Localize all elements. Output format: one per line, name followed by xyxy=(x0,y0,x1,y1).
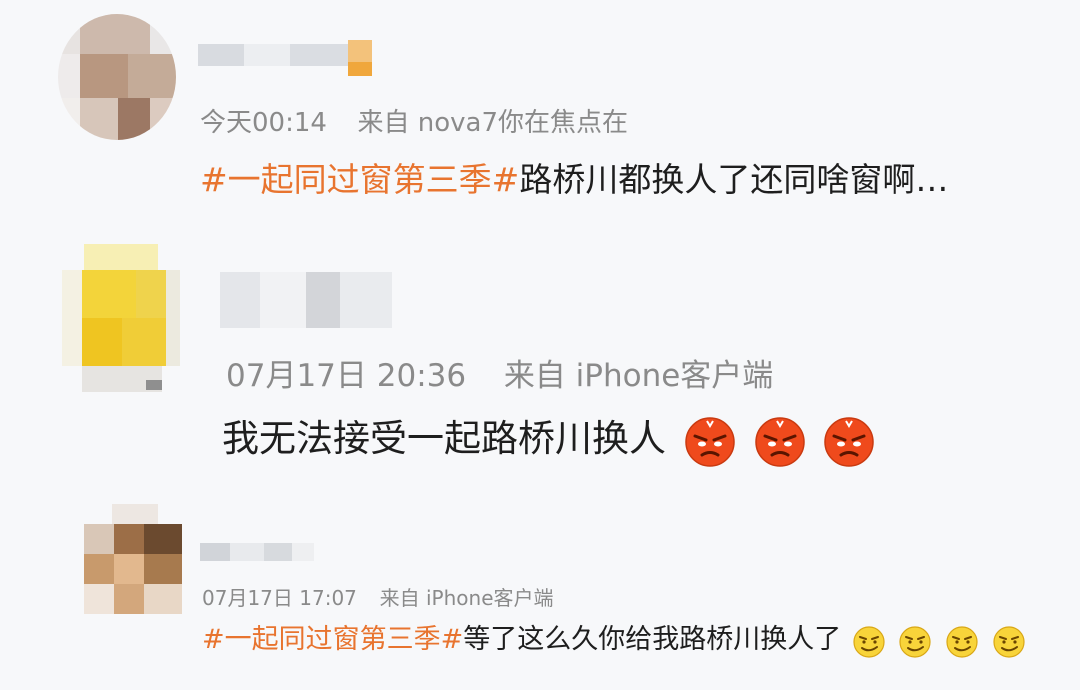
hashtag-link[interactable]: #一起同过窗第三季# xyxy=(200,160,519,199)
source-device[interactable]: iPhone客户端 xyxy=(426,586,554,610)
timestamp: 07月17日 17:07 xyxy=(202,586,357,610)
comment-body: 我无法接受一起路桥川换人 xyxy=(222,408,875,467)
comment-text: 等了这么久你给我路桥川换人了 xyxy=(463,624,842,655)
comment-body: #一起同过窗第三季#等了这么久你给我路桥川换人了 xyxy=(202,617,1026,658)
username[interactable] xyxy=(220,272,392,328)
timestamp: 07月17日 20:36 xyxy=(226,358,467,394)
comment-text: 路桥川都换人了还同啥窗啊… xyxy=(519,160,949,199)
avatar[interactable] xyxy=(62,244,180,392)
comment-body: #一起同过窗第三季#路桥川都换人了还同啥窗啊… xyxy=(200,153,948,201)
angry-face-icon xyxy=(823,415,875,467)
smirk-face-icon xyxy=(992,624,1026,658)
source-prefix: 来自 xyxy=(357,108,410,138)
timestamp: 今天00:14 xyxy=(200,108,327,138)
source-prefix: 来自 xyxy=(379,586,420,610)
angry-face-icon xyxy=(684,415,736,467)
source-prefix: 来自 xyxy=(503,358,566,394)
smirk-face-icon xyxy=(898,624,932,658)
comment-text: 我无法接受一起路桥川换人 xyxy=(222,417,666,460)
avatar[interactable] xyxy=(58,14,176,140)
comment-meta: 今天00:14 来自 nova7你在焦点在 xyxy=(200,102,628,139)
comment-meta: 07月17日 17:07 来自 iPhone客户端 xyxy=(202,582,554,611)
smirk-face-icon xyxy=(945,624,979,658)
username[interactable] xyxy=(198,40,374,78)
angry-face-icon xyxy=(754,415,806,467)
source-device[interactable]: nova7你在焦点在 xyxy=(418,108,628,138)
avatar[interactable] xyxy=(84,504,182,614)
source-device[interactable]: iPhone客户端 xyxy=(576,358,774,394)
comment-meta: 07月17日 20:36 来自 iPhone客户端 xyxy=(226,350,773,395)
hashtag-link[interactable]: #一起同过窗第三季# xyxy=(202,624,463,655)
smirk-face-icon xyxy=(852,624,886,658)
username[interactable] xyxy=(200,543,316,565)
